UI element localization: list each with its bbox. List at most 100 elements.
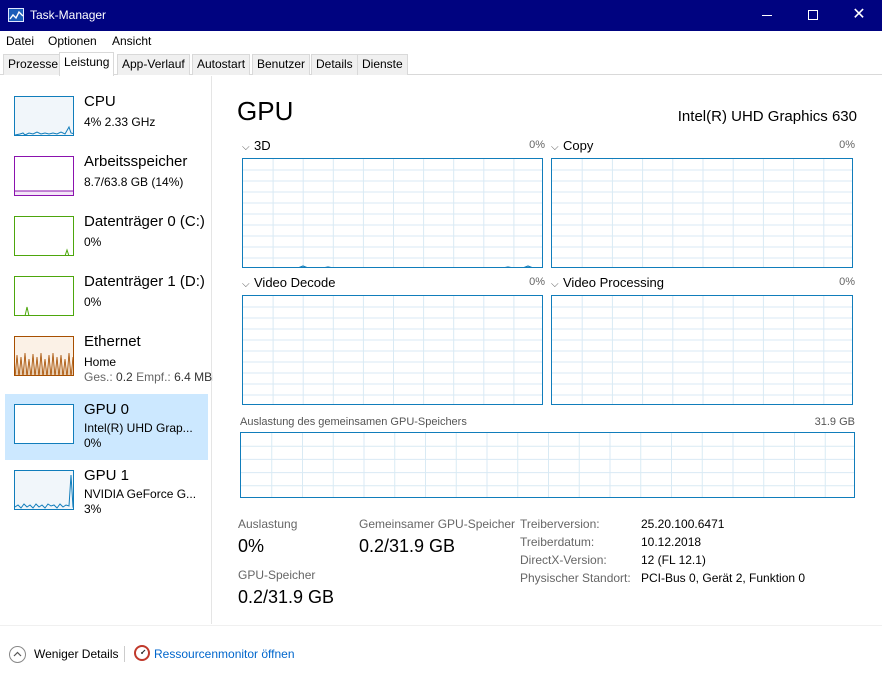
sidebar-item-gpu-0[interactable]: GPU 0 Intel(R) UHD Grap... 0% xyxy=(5,394,208,460)
engine-selector-video-decode[interactable]: ⌵ Video Decode xyxy=(242,275,335,290)
sidebar-item-memory[interactable]: Arbeitsspeicher 8.7/63.8 GB (14%) xyxy=(5,152,208,218)
disk-0-thumbnail-graph xyxy=(14,216,74,256)
sidebar-item-sub: Home xyxy=(84,355,117,369)
menu-bar: Datei Optionen Ansicht xyxy=(0,31,882,51)
chevron-up-circle-icon[interactable] xyxy=(9,646,26,663)
sidebar-item-sub: NVIDIA GeForce G... xyxy=(84,487,197,501)
receive-label: Empf.: xyxy=(136,370,171,384)
menu-optionen[interactable]: Optionen xyxy=(48,34,97,48)
property-label: DirectX-Version: xyxy=(520,553,607,567)
shared-memory-max: 31.9 GB xyxy=(814,416,855,428)
engine-name: Copy xyxy=(563,138,594,153)
sidebar-item-disk-0[interactable]: Datenträger 0 (C:) 0% xyxy=(5,212,208,278)
minimize-button[interactable] xyxy=(744,0,790,31)
engine-name: Video Processing xyxy=(563,275,664,290)
tab-dienste[interactable]: Dienste xyxy=(357,54,408,75)
graph-grid xyxy=(243,296,542,404)
sidebar-item-ethernet[interactable]: Ethernet Home Ges.: 0.2 Empf.: 6.4 MBit xyxy=(5,332,218,398)
receive-value: 6.4 MBit xyxy=(174,370,219,384)
tab-autostart[interactable]: Autostart xyxy=(192,54,251,75)
engine-selector-video-processing[interactable]: ⌵ Video Processing xyxy=(551,275,664,290)
gpu-memory-label: GPU-Speicher xyxy=(238,568,316,582)
window-title: Task-Manager xyxy=(30,8,107,22)
engine-name: Video Decode xyxy=(254,275,336,290)
chevron-down-icon: ⌵ xyxy=(242,279,250,290)
sidebar-item-sub: 0% xyxy=(84,295,102,309)
close-icon: ✕ xyxy=(852,6,866,23)
sidebar-item-sub: Intel(R) UHD Grap... xyxy=(84,421,193,435)
sidebar-item-title: GPU 0 xyxy=(84,401,130,418)
title-bar: Task-Manager ✕ xyxy=(0,0,882,31)
sidebar-item-title: Arbeitsspeicher xyxy=(84,153,188,170)
utilization-value: 0% xyxy=(238,536,265,556)
graph-grid xyxy=(243,159,542,267)
maximize-button[interactable] xyxy=(790,0,836,31)
task-manager-icon xyxy=(8,8,24,22)
sidebar-item-sub: 4% 2.33 GHz xyxy=(84,115,156,129)
property-value: 10.12.2018 xyxy=(641,535,702,549)
property-value: 25.20.100.6471 xyxy=(641,517,725,531)
chevron-down-icon: ⌵ xyxy=(242,142,250,153)
tab-benutzer[interactable]: Benutzer xyxy=(252,54,311,75)
sidebar-item-sub: 8.7/63.8 GB (14%) xyxy=(84,175,184,189)
chevron-down-icon: ⌵ xyxy=(551,279,559,290)
tab-prozesse[interactable]: Prozesse xyxy=(3,54,64,75)
disk-1-thumbnail-graph xyxy=(14,276,74,316)
memory-thumbnail-graph xyxy=(14,156,74,196)
engine-percent: 0% xyxy=(529,139,545,151)
sidebar-item-cpu[interactable]: CPU 4% 2.33 GHz xyxy=(5,92,208,158)
sidebar-item-title: GPU 1 xyxy=(84,467,130,484)
engine-graph-video-decode xyxy=(242,295,543,405)
engine-graph-3d xyxy=(242,158,543,268)
engine-graph-copy xyxy=(551,158,853,268)
close-button[interactable]: ✕ xyxy=(836,0,882,31)
tab-leistung[interactable]: Leistung xyxy=(59,52,115,76)
minimize-icon xyxy=(762,15,772,16)
engine-percent: 0% xyxy=(839,139,855,151)
engine-name: 3D xyxy=(254,138,271,153)
tab-bar: Prozesse Leistung App-Verlauf Autostart … xyxy=(0,51,882,76)
open-resource-monitor-link[interactable]: Ressourcenmonitor öffnen xyxy=(154,647,295,661)
resource-monitor-icon xyxy=(134,645,150,661)
engine-graph-video-processing xyxy=(551,295,853,405)
shared-gpu-memory-label: Gemeinsamer GPU-Speicher xyxy=(359,517,516,531)
sidebar-item-title: Datenträger 0 (C:) xyxy=(84,213,205,230)
property-label: Treiberversion: xyxy=(520,517,600,531)
sidebar-item-disk-1[interactable]: Datenträger 1 (D:) 0% xyxy=(5,272,208,338)
page-title: GPU xyxy=(237,96,294,126)
property-label: Treiberdatum: xyxy=(520,535,595,549)
engine-percent: 0% xyxy=(529,276,545,288)
shared-memory-graph-label: Auslastung des gemeinsamen GPU-Speichers xyxy=(240,416,467,428)
ethernet-thumbnail-graph xyxy=(14,336,74,376)
utilization-label: Auslastung xyxy=(238,517,298,531)
gpu-memory-value: 0.2/31.9 GB xyxy=(238,587,335,607)
gpu-model-name: Intel(R) UHD Graphics 630 xyxy=(677,108,857,125)
footer-divider xyxy=(124,646,125,662)
gpu-detail-panel: GPU Intel(R) UHD Graphics 630 ⌵ 3D 0% ⌵ Co… xyxy=(213,76,882,624)
footer-bar: Weniger Details Ressourcenmonitor öffnen xyxy=(0,625,882,679)
property-label: Physischer Standort: xyxy=(520,571,631,585)
chevron-down-icon: ⌵ xyxy=(551,142,559,153)
shared-gpu-memory-value: 0.2/31.9 GB xyxy=(359,536,456,556)
send-value: 0.2 xyxy=(116,370,133,384)
sidebar-item-title: CPU xyxy=(84,93,116,110)
ethernet-throughput: Ges.: 0.2 Empf.: 6.4 MBit xyxy=(84,370,218,384)
shared-memory-graph xyxy=(240,432,855,498)
engine-percent: 0% xyxy=(839,276,855,288)
cpu-thumbnail-graph xyxy=(14,96,74,136)
menu-ansicht[interactable]: Ansicht xyxy=(112,34,151,48)
sidebar-item-title: Ethernet xyxy=(84,333,141,350)
send-label: Ges.: xyxy=(84,370,113,384)
engine-selector-copy[interactable]: ⌵ Copy xyxy=(551,138,593,153)
fewer-details-button[interactable]: Weniger Details xyxy=(34,647,118,661)
sidebar-item-sub: 3% xyxy=(84,502,102,516)
tab-app-verlauf[interactable]: App-Verlauf xyxy=(117,54,190,75)
sidebar-item-gpu-1[interactable]: GPU 1 NVIDIA GeForce G... 3% xyxy=(5,466,208,532)
tab-details[interactable]: Details xyxy=(311,54,358,75)
gpu-1-thumbnail-graph xyxy=(14,470,74,510)
graph-grid xyxy=(552,296,852,404)
menu-datei[interactable]: Datei xyxy=(6,34,34,48)
sidebar-item-title: Datenträger 1 (D:) xyxy=(84,273,205,290)
property-value: PCI-Bus 0, Gerät 2, Funktion 0 xyxy=(641,571,806,585)
engine-selector-3d[interactable]: ⌵ 3D xyxy=(242,138,271,153)
